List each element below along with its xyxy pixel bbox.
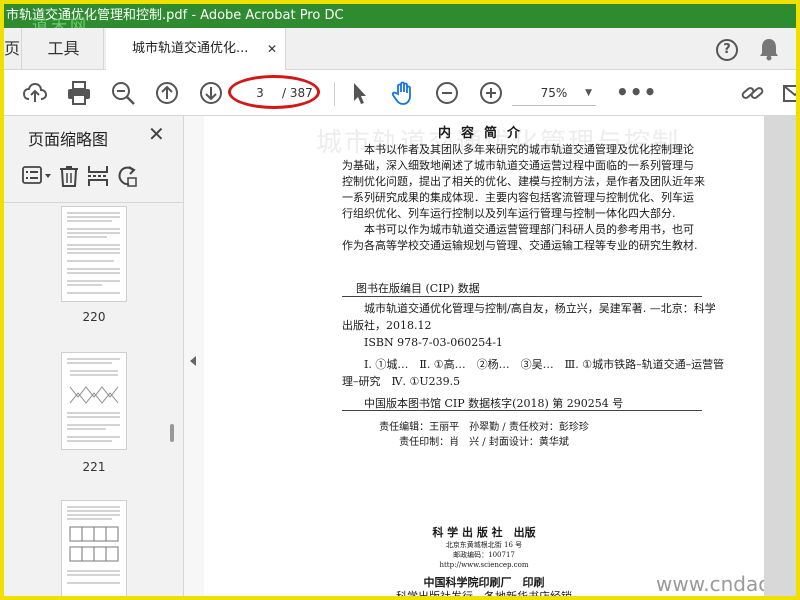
delete-page-icon[interactable] (57, 164, 81, 188)
share-link-icon[interactable] (740, 80, 766, 106)
select-cursor-icon[interactable] (346, 80, 372, 106)
zoom-in-icon[interactable] (478, 80, 504, 106)
notification-bell-icon[interactable] (758, 37, 780, 61)
page-thumbnail[interactable] (61, 352, 127, 450)
toolbar-divider (334, 82, 335, 106)
text-line: ISBN 978-7-03-060254-1 (342, 336, 503, 349)
text-line: 行组织优化、列车运行控制以及列车运行管理与控制一体化四大部分. (342, 207, 676, 220)
sidebar-close-icon[interactable]: ✕ (148, 122, 165, 146)
thumbnail-page-number: 220 (82, 310, 106, 324)
text-line: Ⅰ. ①城… Ⅱ. ①高… ②杨… ③吴… Ⅲ. ①城市铁路–轨道交通–运营管 (342, 358, 725, 371)
thumbnail-preview (67, 212, 120, 294)
thumbnail-preview (67, 506, 120, 584)
text-line: 控制优化问题，提出了相关的优化、建模与控制方法，是作者及团队近年来 (342, 175, 705, 188)
cip-block: 城市轨道交通优化管理与控制/高自友，杨立兴，吴建军著. —北京：科学 出版社，2… (342, 300, 725, 412)
text-line: 作为各高等学校交通运输规划与管理、交通运输工程等专业的研究生教材. (342, 239, 698, 252)
print-icon[interactable] (66, 80, 92, 106)
cip-bottom-rule (342, 410, 702, 411)
thumbnail-preview (67, 358, 120, 442)
zoom-out-magnifier-icon[interactable] (110, 80, 136, 106)
text-line: 为基础，深入细致地阐述了城市轨道交通运营过程中面临的一系列管理与 (342, 159, 694, 172)
publisher-address: 北京东黄城根北街 16 号 (445, 541, 523, 549)
text-line: 本书可以作为城市轨道交通运营管理部门科研人员的参考用书，也可 (342, 223, 694, 236)
zoom-level-select[interactable]: 75% ▼ (512, 80, 596, 106)
page-thumbnail[interactable] (61, 500, 127, 596)
page-thumbnail[interactable] (61, 206, 127, 302)
pdf-page: 城市轨道交通优化管理与控制 内容简介 本书以作者及其团队多年来研究的城市轨道交通… (204, 116, 787, 596)
main-toolbar: 3 / 387 75% ▼ ••• (4, 70, 796, 116)
credit-line: 责任编辑：王丽平 孙翠勤 / 责任校对：彭珍珍 (379, 422, 589, 433)
thumbnail-page-number: 221 (82, 460, 106, 474)
tab-document-label: 城市轨道交通优化... (132, 41, 249, 56)
tab-document[interactable]: 城市轨道交通优化... ✕ (106, 28, 286, 71)
cip-heading: 图书在版编目 (CIP) 数据 (356, 282, 480, 295)
zoom-out-icon[interactable] (434, 80, 460, 106)
text-line: 一系列研究成果的集成体现．主要内容包括客流管理与控制优化、列车运 (342, 191, 694, 204)
text-line: 本书以作者及其团队多年来研究的城市轨道交通管理及优化控制理论 (342, 143, 694, 156)
red-annotation-ellipse (228, 75, 320, 109)
thumbnail-list: 220 221 (4, 206, 184, 596)
page-gutter (764, 116, 796, 596)
sidebar-title: 页面缩略图 (28, 130, 109, 149)
thumbnail-sidebar: 页面缩略图 ✕ 220 221 (4, 116, 184, 596)
sidebar-scrollbar-thumb[interactable] (170, 424, 174, 442)
document-viewer[interactable]: 城市轨道交通优化管理与控制 内容简介 本书以作者及其团队多年来研究的城市轨道交通… (204, 116, 796, 596)
previous-page-icon[interactable] (154, 80, 180, 106)
publisher-url: http://www.sciencep.com (439, 561, 529, 569)
tab-tools[interactable]: 工具 (24, 28, 104, 70)
text-line: 出版社，2018.12 (342, 319, 432, 332)
cip-top-rule (342, 296, 702, 297)
cloud-upload-icon[interactable] (22, 80, 48, 106)
text-line: 城市轨道交通优化管理与控制/高自友，杨立兴，吴建军著. —北京：科学 (342, 302, 716, 315)
next-page-icon[interactable] (198, 80, 224, 106)
extract-pages-icon[interactable] (86, 164, 110, 188)
tab-bar: 页 工具 城市轨道交通优化... ✕ ? (4, 28, 796, 71)
zoom-level-value: 75% (540, 86, 568, 100)
acrobat-window: 市轨道交通优化管理和控制.pdf - Adobe Acrobat Pro DC … (0, 0, 800, 600)
publisher-name: 科 学 出 版 社 出版 (432, 526, 536, 539)
text-line: 理–研究 Ⅳ. ①U239.5 (342, 375, 461, 388)
email-icon[interactable] (782, 80, 800, 106)
summary-paragraph: 本书以作者及其团队多年来研究的城市轨道交通管理及优化控制理论 为基础，深入细致地… (342, 142, 705, 254)
section-title: 内容简介 (437, 126, 530, 141)
chevron-down-icon: ▼ (585, 88, 592, 98)
tab-home[interactable]: 页 (4, 28, 22, 70)
hand-tool-icon[interactable] (390, 80, 416, 106)
more-tools-icon[interactable]: ••• (616, 80, 657, 104)
credit-line: 责任印制：肖 兴 / 封面设计：黄华斌 (399, 437, 569, 448)
window-titlebar: 市轨道交通优化管理和控制.pdf - Adobe Acrobat Pro DC (4, 4, 796, 28)
rotate-page-icon[interactable] (115, 164, 139, 188)
thumbnail-options-icon[interactable] (22, 164, 52, 188)
collapse-sidebar-icon[interactable] (190, 356, 196, 366)
help-icon[interactable]: ? (716, 39, 738, 61)
sidebar-divider (4, 202, 184, 203)
publisher-zip: 邮政编码：100717 (453, 551, 515, 559)
sidebar-toolbar (22, 164, 182, 194)
credits-block: 责任编辑：王丽平 孙翠勤 / 责任校对：彭珍珍 责任印制：肖 兴 / 封面设计：… (204, 420, 764, 450)
tab-close-icon[interactable]: ✕ (267, 28, 277, 70)
